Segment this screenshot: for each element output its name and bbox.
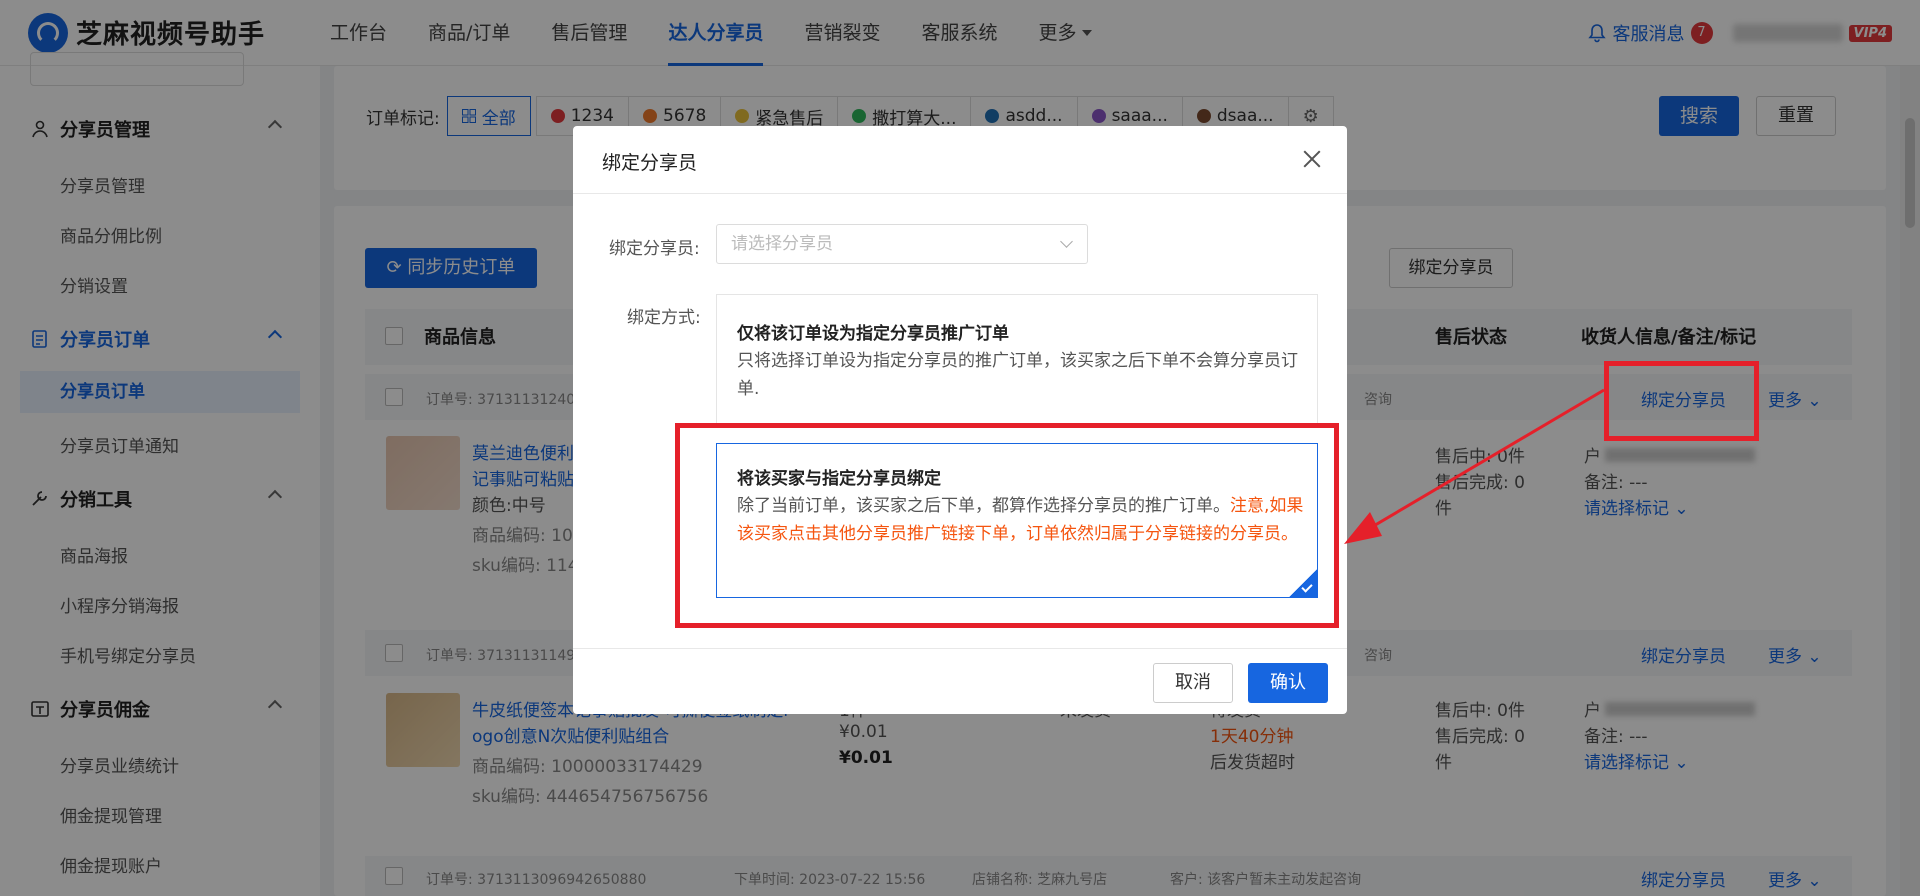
confirm-button[interactable]: 确认 — [1248, 663, 1328, 703]
dialog-divider — [573, 648, 1347, 649]
annotation-highlight-box — [675, 423, 1339, 628]
chevron-down-icon — [1060, 235, 1073, 248]
cancel-button[interactable]: 取消 — [1153, 663, 1233, 703]
bind-sharer-label: 绑定分享员: — [609, 239, 700, 259]
close-icon[interactable] — [1301, 148, 1323, 170]
option-order-only[interactable]: 仅将该订单设为指定分享员推广订单 只将选择订单设为指定分享员的推广订单，该买家之… — [716, 294, 1318, 424]
sharer-select-placeholder: 请选择分享员 — [731, 234, 833, 254]
sharer-select[interactable]: 请选择分享员 — [716, 224, 1088, 264]
annotation-arrow-icon — [1344, 388, 1605, 544]
annotation-highlight-box — [1604, 361, 1759, 441]
option-description: 只将选择订单设为指定分享员的推广订单，该买家之后下单不会算分享员订单. — [737, 351, 1298, 399]
bind-method-label: 绑定方式: — [627, 308, 701, 328]
option-title: 仅将该订单设为指定分享员推广订单 — [737, 324, 1009, 344]
dialog-divider — [573, 193, 1347, 194]
dialog-title: 绑定分享员 — [602, 152, 698, 174]
